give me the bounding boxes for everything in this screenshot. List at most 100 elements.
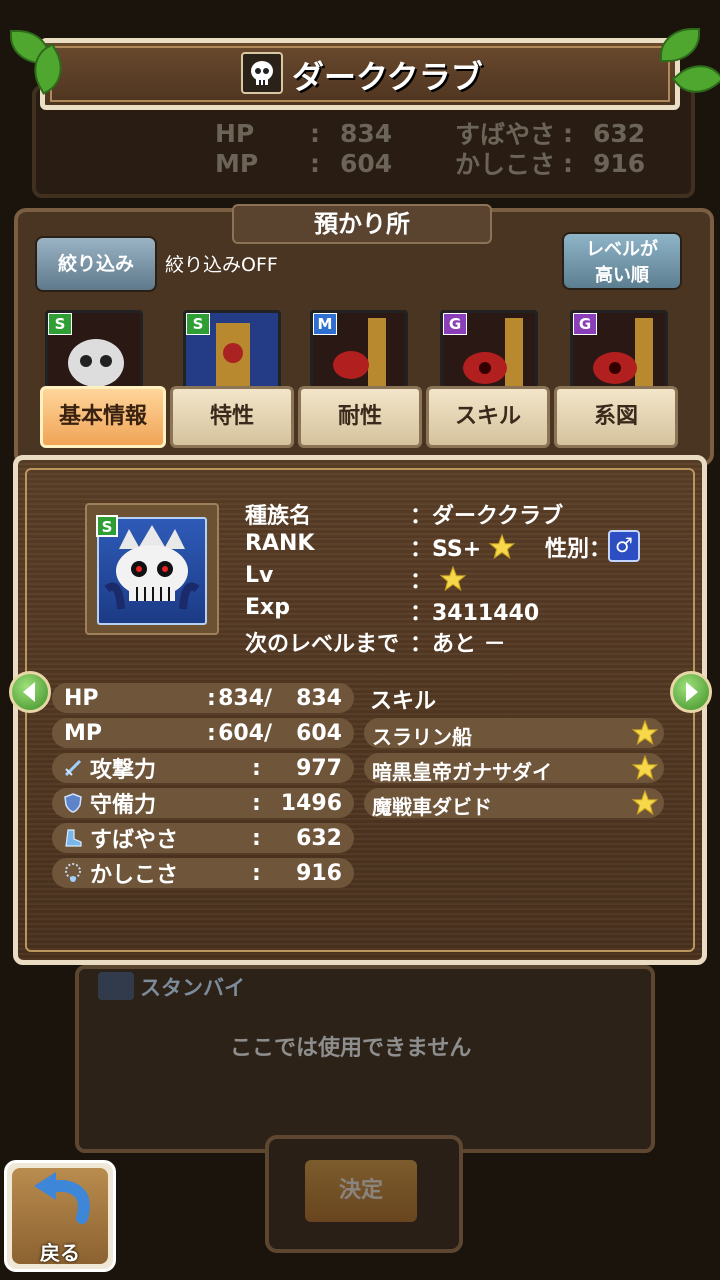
stat-label: かしこさ — [90, 863, 179, 888]
shield-icon — [64, 793, 82, 813]
exp-value: ：3411440 — [410, 601, 540, 626]
rank-value: ：SS+ — [410, 531, 516, 563]
skill-name: スラリン船 — [372, 725, 472, 749]
swap-icon — [98, 972, 134, 1000]
species-value: ：ダーククラブ — [410, 504, 564, 529]
rank-badge: S — [186, 313, 210, 335]
stat-max: 977 — [296, 755, 342, 781]
stat-current: 834 — [218, 685, 264, 711]
stat-max: 916 — [296, 860, 342, 886]
prev-monster-button[interactable] — [9, 671, 51, 713]
unusable-message: ここでは使用できません — [230, 1036, 472, 1061]
stat-max: 834 — [296, 685, 342, 711]
rank-label: RANK — [245, 531, 315, 556]
tab-skills[interactable]: スキル — [426, 386, 550, 448]
stat-label: HP — [64, 685, 99, 711]
stat-label: 攻撃力 — [90, 758, 157, 783]
storage-title: 預かり所 — [232, 204, 492, 244]
gender-label: 性別： — [545, 537, 612, 562]
bg-wisdom-label: かしこさ — [455, 150, 556, 179]
return-arrow-icon — [34, 1172, 90, 1224]
bg-mp-value: 604 — [340, 148, 393, 178]
skill-header: スキル — [370, 689, 437, 714]
tab-resistance[interactable]: 耐性 — [298, 386, 422, 448]
standby-label: スタンバイ — [140, 976, 245, 1000]
stat-row-mp: MP : 604 / 604 — [52, 718, 354, 748]
star-icon — [488, 533, 516, 560]
tab-family-tree[interactable]: 系図 — [554, 386, 678, 448]
skill-item[interactable]: スラリン船 — [364, 718, 664, 749]
stat-colon: : — [252, 860, 261, 886]
sort-button-line2: 高い順 — [595, 265, 649, 286]
skill-name: 暗黒皇帝ガナサダイ — [372, 760, 552, 784]
stat-colon: : — [252, 825, 261, 851]
stat-max: 1496 — [280, 790, 342, 816]
rank-badge: G — [443, 313, 467, 335]
monster-card[interactable]: M — [310, 310, 408, 398]
portrait-rank-badge: S — [96, 515, 118, 537]
next-level-value: ：あと － — [410, 632, 506, 657]
filter-status: 絞り込みOFF — [165, 254, 278, 276]
stat-colon: : — [207, 720, 216, 746]
stat-slash: / — [264, 685, 273, 711]
leaf-icon — [660, 28, 700, 62]
level-value: ： — [410, 563, 467, 595]
sword-icon — [64, 759, 82, 777]
page-title: ダーククラブ — [292, 58, 483, 96]
stat-row-speed: すばやさ : 632 — [52, 823, 354, 853]
stat-label: すばやさ — [90, 828, 179, 853]
sort-button-line1: レベルが — [586, 239, 658, 260]
sort-button[interactable]: レベルが 高い順 — [562, 232, 682, 290]
stat-row-attack: 攻撃力 : 977 — [52, 753, 354, 783]
stat-label: MP — [64, 720, 103, 746]
monster-card[interactable]: S — [45, 310, 143, 398]
level-value-text: ： — [410, 569, 433, 594]
stat-max: 604 — [296, 720, 342, 746]
star-icon — [439, 565, 467, 592]
bg-hp-value: 834 — [340, 118, 393, 148]
star-icon — [632, 790, 658, 816]
stat-row-defense: 守備力 : 1496 — [52, 788, 354, 818]
rank-value-text: ：SS+ — [410, 537, 482, 562]
star-icon — [632, 720, 658, 746]
stat-colon: : — [252, 755, 261, 781]
next-monster-button[interactable] — [670, 671, 712, 713]
stat-max: 632 — [296, 825, 342, 851]
bg-mp-label: MP — [215, 148, 259, 178]
arrow-right-icon — [686, 682, 698, 702]
tab-traits[interactable]: 特性 — [170, 386, 294, 448]
next-level-label: 次のレベルまで — [245, 632, 400, 657]
stat-colon: : — [207, 685, 216, 711]
rank-badge: S — [48, 313, 72, 335]
bg-speed-value: 632 — [593, 118, 646, 148]
star-icon — [632, 755, 658, 781]
rank-badge: G — [573, 313, 597, 335]
exp-label: Exp — [245, 595, 290, 620]
species-label: 種族名 — [245, 504, 312, 529]
boot-icon — [65, 829, 82, 847]
bg-wisdom-value: 916 — [593, 148, 646, 178]
stat-slash: / — [264, 720, 273, 746]
stat-row-wisdom: かしこさ : 916 — [52, 858, 354, 888]
bg-hp-label: HP — [215, 118, 255, 148]
tab-basic-info[interactable]: 基本情報 — [40, 386, 166, 448]
filter-button[interactable]: 絞り込み — [35, 236, 157, 292]
stat-row-hp: HP : 834 / 834 — [52, 683, 354, 713]
stat-colon: : — [252, 790, 261, 816]
background-status-rows: HP : 834 すばやさ : 632 MP : 604 かしこさ : 916 — [215, 118, 675, 180]
monster-card[interactable]: S — [183, 310, 281, 398]
skill-name: 魔戦車ダビド — [372, 795, 492, 819]
male-icon: ♂ — [608, 530, 640, 562]
back-button-label: 戻る — [40, 1241, 80, 1265]
monster-card[interactable]: G — [440, 310, 538, 398]
confirm-button[interactable]: 決定 — [305, 1160, 417, 1222]
stat-label: 守備力 — [90, 793, 157, 818]
skill-item[interactable]: 暗黒皇帝ガナサダイ — [364, 753, 664, 784]
arrow-left-icon — [23, 682, 35, 702]
skill-item[interactable]: 魔戦車ダビド — [364, 788, 664, 819]
stat-current: 604 — [218, 720, 264, 746]
monster-card[interactable]: G — [570, 310, 668, 398]
rank-badge: M — [313, 313, 337, 335]
skull-icon — [241, 52, 283, 94]
necklace-icon — [65, 863, 81, 882]
